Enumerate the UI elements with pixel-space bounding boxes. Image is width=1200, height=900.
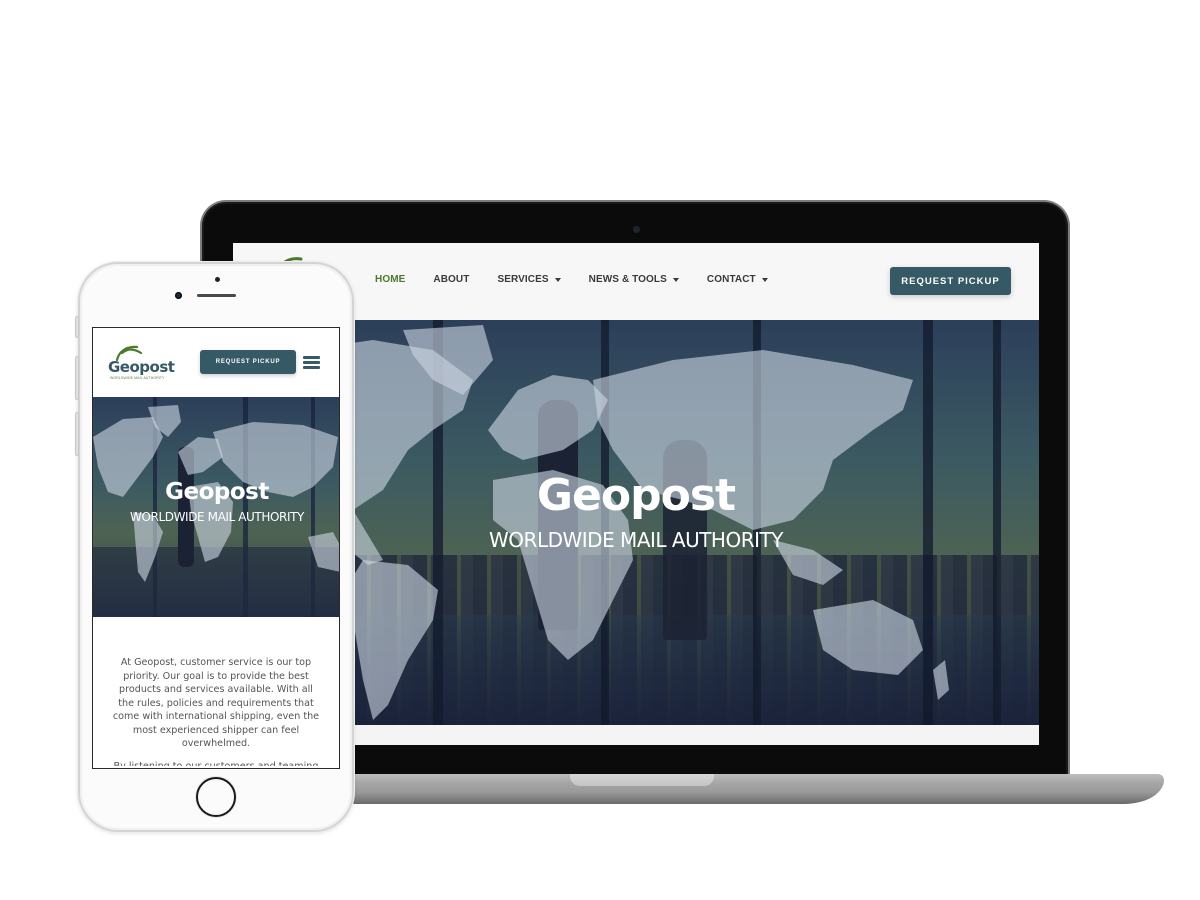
hamburger-line bbox=[303, 356, 320, 359]
phone-silent-switch bbox=[75, 316, 79, 338]
phone-earpiece bbox=[197, 294, 236, 297]
mobile-logo-tagline: WORLDWIDE MAIL AUTHORITY bbox=[110, 376, 165, 380]
phone-volume-up-button bbox=[75, 356, 79, 400]
hamburger-menu-icon[interactable] bbox=[303, 356, 320, 369]
phone-front-camera bbox=[175, 292, 182, 299]
mobile-second-paragraph: By listening to our customers and teamin… bbox=[113, 760, 319, 767]
laptop-camera bbox=[633, 226, 640, 233]
laptop-opening-notch bbox=[570, 774, 714, 786]
nav-label: CONTACT bbox=[706, 274, 756, 285]
main-nav: HOME ABOUT SERVICES NEWS & TOOLS CONTACT bbox=[375, 274, 796, 285]
caret-down-icon bbox=[672, 277, 679, 282]
mobile-body-text: At Geopost, customer service is our top … bbox=[110, 656, 322, 766]
nav-item-home[interactable]: HOME bbox=[375, 274, 405, 285]
request-pickup-button[interactable]: REQUEST PICKUP bbox=[890, 267, 1011, 295]
nav-item-contact[interactable]: CONTACT bbox=[707, 274, 768, 285]
mobile-logo-text[interactable]: Geopost bbox=[108, 358, 175, 376]
phone-home-button[interactable] bbox=[196, 777, 236, 817]
mobile-request-pickup-button[interactable]: REQUEST PICKUP bbox=[200, 350, 296, 374]
phone-sensor-dot bbox=[215, 277, 220, 282]
nav-label: SERVICES bbox=[497, 274, 549, 285]
nav-label: NEWS & TOOLS bbox=[588, 274, 667, 285]
laptop-base bbox=[300, 774, 1164, 804]
mobile-intro-paragraph: At Geopost, customer service is our top … bbox=[112, 657, 320, 749]
nav-label: HOME bbox=[375, 274, 406, 285]
hamburger-line bbox=[303, 361, 320, 364]
phone-volume-down-button bbox=[75, 412, 79, 456]
mobile-header: Geopost WORLDWIDE MAIL AUTHORITY REQUEST… bbox=[93, 328, 339, 397]
caret-down-icon bbox=[554, 277, 561, 282]
hamburger-line bbox=[303, 366, 320, 369]
nav-item-about[interactable]: ABOUT bbox=[433, 274, 469, 285]
nav-item-services[interactable]: SERVICES bbox=[497, 274, 561, 285]
nav-label: ABOUT bbox=[433, 274, 470, 285]
caret-down-icon bbox=[761, 277, 768, 282]
nav-item-news-tools[interactable]: NEWS & TOOLS bbox=[589, 274, 679, 285]
mobile-body-clip: At Geopost, customer service is our top … bbox=[92, 388, 338, 766]
